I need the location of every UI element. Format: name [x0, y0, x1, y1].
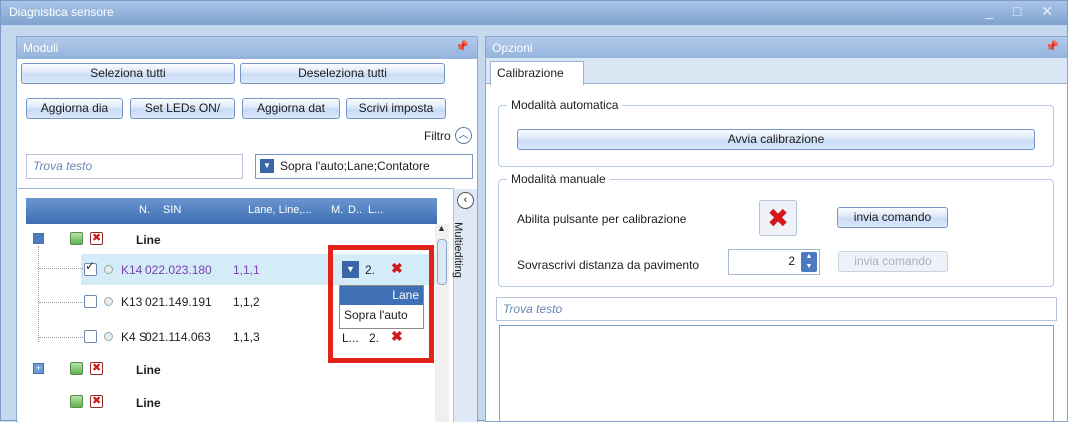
delete-icon[interactable]: ✖: [391, 328, 403, 345]
status-dot-icon: [104, 332, 113, 341]
row-n: K4 S: [121, 330, 148, 344]
sovrascrivi-label: Sovrascrivi distanza da pavimento: [517, 258, 700, 272]
group-label: Line: [136, 396, 161, 410]
distance-stepper[interactable]: 2 ▲ ▼: [728, 249, 820, 275]
invia-comando-button[interactable]: invia comando: [837, 207, 948, 228]
tab-calibrazione[interactable]: Calibrazione: [490, 61, 584, 85]
window-controls[interactable]: _ □ ✕: [985, 3, 1061, 20]
pin-icon[interactable]: 📌: [1045, 40, 1059, 53]
title-bar: Diagnistica sensore _ □ ✕: [1, 1, 1067, 25]
row-lane: 1,1,3: [233, 330, 260, 344]
row-dropdown-button[interactable]: ▼: [342, 261, 359, 278]
moduli-title: Moduli: [23, 41, 59, 55]
expand-icon[interactable]: +: [33, 363, 44, 374]
row-sin: 022.023.180: [145, 263, 212, 277]
check-mark-icon: ✓: [85, 259, 96, 273]
search-input[interactable]: Trova testo: [26, 154, 243, 179]
opzioni-header: Opzioni 📌: [486, 37, 1067, 59]
set-leds-button[interactable]: Set LEDs ON/: [130, 98, 235, 119]
green-check-icon[interactable]: [70, 362, 83, 375]
tree-line: [39, 268, 83, 269]
filter-collapse-icon[interactable]: ︿: [455, 127, 472, 144]
toggle-disabled-icon[interactable]: ✖: [759, 200, 797, 236]
group-label: Line: [136, 233, 161, 247]
opzioni-search-input[interactable]: Trova testo: [496, 297, 1057, 321]
property-grid[interactable]: [499, 325, 1054, 422]
green-check-icon[interactable]: [70, 395, 83, 408]
dropdown-popup: Lane Sopra l'auto: [339, 285, 424, 329]
col-lane[interactable]: Lane, Line,...: [248, 204, 312, 216]
row-sin: 021.114.063: [145, 330, 211, 344]
table-header: N. SIN Lane, Line,... M. D.. L...: [26, 198, 437, 224]
opzioni-search-placeholder: Trova testo: [503, 302, 563, 316]
aggiorna-diag-button[interactable]: Aggiorna dia: [26, 98, 123, 119]
red-x-icon[interactable]: [90, 231, 103, 245]
status-dot-icon: [104, 297, 113, 306]
diagnostic-window: Diagnistica sensore _ □ ✕ Moduli 📌 Selez…: [0, 0, 1068, 422]
tree-line: [38, 246, 39, 342]
deselect-all-button[interactable]: Deseleziona tutti: [240, 63, 445, 84]
scrollbar[interactable]: ▲: [435, 223, 449, 422]
dropdown-option-sopra[interactable]: Sopra l'auto: [340, 305, 423, 325]
col-d[interactable]: D..: [348, 204, 362, 216]
distance-value: 2: [788, 254, 795, 268]
red-x-icon[interactable]: [90, 394, 103, 408]
row-m: L...: [342, 331, 359, 345]
delete-icon[interactable]: ✖: [391, 260, 403, 277]
chevron-left-icon[interactable]: ‹: [457, 192, 474, 209]
col-m[interactable]: M.: [331, 204, 343, 216]
status-dot-icon: [104, 265, 113, 274]
scroll-up-icon[interactable]: ▲: [437, 223, 446, 233]
window-title: Diagnistica sensore: [9, 5, 114, 19]
multiediting-label: Multiediting: [451, 222, 464, 278]
green-check-icon[interactable]: [70, 232, 83, 245]
auto-group-label: Modalità automatica: [507, 98, 623, 112]
collapse-icon[interactable]: [33, 233, 44, 244]
red-x-icon[interactable]: [90, 361, 103, 375]
filter-label: Filtro: [424, 129, 451, 143]
pin-icon[interactable]: 📌: [455, 40, 469, 53]
dropdown-option-lane[interactable]: Lane: [340, 286, 423, 305]
manual-group-label: Modalità manuale: [507, 172, 610, 186]
invia-comando-button-disabled[interactable]: invia comando: [838, 251, 948, 272]
scrivi-impostazioni-button[interactable]: Scrivi imposta: [346, 98, 446, 119]
row-sin: 021.149.191: [145, 295, 212, 309]
row-n: K13: [121, 295, 143, 309]
tree-line: [39, 337, 83, 338]
aggiorna-dati-button[interactable]: Aggiorna dat: [242, 98, 340, 119]
opzioni-title: Opzioni: [492, 41, 533, 55]
table-row[interactable]: Line: [26, 387, 437, 418]
tree-line: [39, 302, 83, 303]
stepper-arrows-icon[interactable]: ▲ ▼: [801, 252, 817, 272]
row-lane: 1,1,2: [233, 295, 260, 309]
row-lane: 1,1,1: [233, 263, 260, 277]
col-l[interactable]: L...: [368, 204, 383, 216]
abilita-label: Abilita pulsante per calibrazione: [517, 212, 687, 226]
chevron-down-icon: ▼: [260, 159, 274, 173]
filter-dropdown[interactable]: ▼ Sopra l'auto;Lane;Contatore: [255, 154, 473, 179]
filter-value: Sopra l'auto;Lane;Contatore: [280, 159, 430, 173]
row-d: 2.: [369, 331, 380, 345]
row-checkbox[interactable]: [84, 330, 97, 343]
col-n[interactable]: N.: [139, 204, 150, 216]
scroll-thumb[interactable]: [437, 239, 447, 285]
multiediting-tab[interactable]: ‹ Multiediting: [451, 189, 477, 422]
moduli-header: Moduli 📌: [17, 37, 477, 59]
col-sin[interactable]: SIN: [163, 204, 181, 216]
row-checkbox[interactable]: [84, 295, 97, 308]
select-all-button[interactable]: Seleziona tutti: [21, 63, 235, 84]
group-label: Line: [136, 363, 161, 377]
search-placeholder: Trova testo: [33, 159, 93, 173]
avvia-calibrazione-button[interactable]: Avvia calibrazione: [517, 129, 1035, 150]
row-n: K14: [121, 263, 143, 277]
row-d: 2.: [365, 263, 376, 277]
